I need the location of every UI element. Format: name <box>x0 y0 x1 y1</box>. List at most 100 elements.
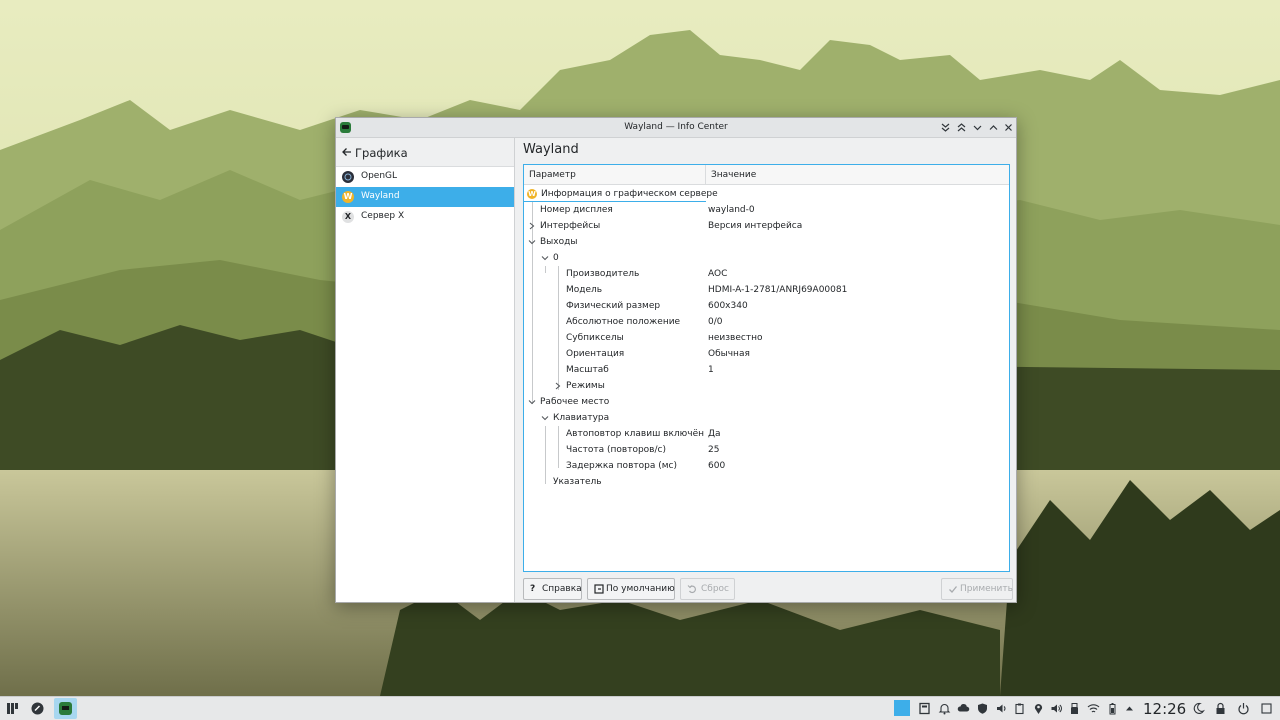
tree-row[interactable]: Номер дисплея wayland-0 <box>524 202 1009 218</box>
tree-row[interactable]: 0 <box>524 250 1009 266</box>
system-settings-icon[interactable] <box>31 702 44 715</box>
tree-row-key: Масштаб <box>566 365 609 375</box>
help-button[interactable]: ? Справка <box>523 578 582 600</box>
chevron-down-icon <box>973 125 982 131</box>
tree-row[interactable]: Ориентация Обычная <box>524 346 1009 362</box>
tree-row-key: Указатель <box>553 477 602 487</box>
notifications-icon[interactable] <box>938 702 951 715</box>
tree-row[interactable]: Модель HDMI-A-1-2781/ANRJ69A00081 <box>524 282 1009 298</box>
tree-row[interactable]: Интерфейсы Версия интерфейса <box>524 218 1009 234</box>
location-icon[interactable] <box>1032 702 1045 715</box>
wayland-icon: W <box>342 191 354 203</box>
volume-icon[interactable] <box>1050 702 1063 715</box>
sidebar-item-label: OpenGL <box>361 171 398 181</box>
tree-row[interactable]: Масштаб 1 <box>524 362 1009 378</box>
sidebar-category-title: Графика <box>355 146 408 160</box>
chevron-down-icon[interactable] <box>540 412 550 424</box>
power-icon[interactable] <box>1237 702 1250 715</box>
tree-row-value: 600 <box>708 461 726 471</box>
defaults-button[interactable]: По умолчанию <box>587 578 675 600</box>
tree-row-value: wayland-0 <box>708 205 755 215</box>
chevron-down-icon[interactable] <box>540 252 550 264</box>
minimize-button[interactable] <box>971 121 984 134</box>
sidebar-item-opengl[interactable]: OpenGL <box>336 167 514 187</box>
tree-row-key: Номер дисплея <box>540 205 613 215</box>
tree-row-value: неизвестно <box>708 333 763 343</box>
column-header-value[interactable]: Значение <box>711 170 756 180</box>
tree-header: Параметр Значение <box>524 165 1009 185</box>
tree-row-key: Ориентация <box>566 349 625 359</box>
tree-row[interactable]: Задержка повтора (мс) 600 <box>524 458 1009 474</box>
app-launcher-icon[interactable] <box>6 702 19 715</box>
tree-row-key: Задержка повтора (мс) <box>566 461 677 471</box>
window-titlebar[interactable]: Wayland — Info Center <box>336 118 1016 138</box>
tree-row[interactable]: Частота (повторов/с) 25 <box>524 442 1009 458</box>
tree-row[interactable]: Физический размер 600x340 <box>524 298 1009 314</box>
apply-button[interactable]: Применить <box>941 578 1013 600</box>
info-center-window: Wayland — Info Center Графика OpenGL W W… <box>335 117 1017 603</box>
tree-row-value: HDMI-A-1-2781/ANRJ69A00081 <box>708 285 848 295</box>
tree-row-value: AOC <box>708 269 728 279</box>
tree-row-key: Абсолютное положение <box>566 317 681 327</box>
tree-row-key: Клавиатура <box>553 413 610 423</box>
battery-icon[interactable] <box>1106 702 1119 715</box>
tray-expand-icon[interactable] <box>1123 702 1136 715</box>
tree-row-value: Да <box>708 429 721 439</box>
notes-icon[interactable] <box>918 702 931 715</box>
sidebar-item-wayland[interactable]: W Wayland <box>336 187 514 207</box>
night-mode-icon[interactable] <box>1192 702 1205 715</box>
taskbar: 12:26 <box>0 696 1280 720</box>
sidebar-back-header[interactable]: Графика <box>336 138 514 167</box>
column-header-parameter[interactable]: Параметр <box>524 165 706 184</box>
tree-row[interactable]: Субпикселы неизвестно <box>524 330 1009 346</box>
close-icon <box>1005 124 1012 131</box>
close-button[interactable] <box>1002 121 1015 134</box>
chevron-right-icon[interactable] <box>527 220 537 232</box>
undo-icon <box>687 583 697 599</box>
task-info-center[interactable] <box>54 698 77 719</box>
cloud-sync-icon[interactable] <box>957 702 970 715</box>
tree-row-key: Субпикселы <box>566 333 624 343</box>
x-server-icon: X <box>342 211 354 223</box>
clock[interactable]: 12:26 <box>1143 700 1186 718</box>
tree-row-value: Обычная <box>708 349 750 359</box>
chevron-up-icon <box>989 125 998 130</box>
tree-row[interactable]: Указатель <box>524 474 1009 490</box>
lock-screen-icon[interactable] <box>1214 702 1227 715</box>
keep-below-button[interactable] <box>939 121 952 134</box>
tree-row[interactable]: W Информация о графическом сервере <box>524 186 1009 202</box>
window-manager-icon[interactable] <box>894 700 910 716</box>
keep-above-button[interactable] <box>955 121 968 134</box>
tree-row-key: Информация о графическом сервере <box>541 189 718 199</box>
sidebar-item-label: Wayland <box>361 191 400 201</box>
tree-row[interactable]: Клавиатура <box>524 410 1009 426</box>
chevron-down-icon[interactable] <box>527 236 537 248</box>
page-title: Wayland <box>523 142 579 157</box>
tree-row[interactable]: Выходы <box>524 234 1009 250</box>
clipboard-icon[interactable] <box>1013 702 1026 715</box>
tree-row-key: 0 <box>553 253 559 263</box>
security-shield-icon[interactable] <box>976 702 989 715</box>
window-title: Wayland — Info Center <box>624 122 728 132</box>
audio-icon[interactable] <box>995 702 1008 715</box>
show-desktop-icon[interactable] <box>1260 702 1273 715</box>
tree-row[interactable]: Режимы <box>524 378 1009 394</box>
tree-row[interactable]: Производитель AOC <box>524 266 1009 282</box>
sidebar-item-x-server[interactable]: X Сервер X <box>336 207 514 227</box>
tree-row[interactable]: Рабочее место <box>524 394 1009 410</box>
chevron-down-icon[interactable] <box>527 396 537 408</box>
usb-device-icon[interactable] <box>1068 702 1081 715</box>
back-arrow-icon[interactable] <box>341 145 352 162</box>
double-chevron-down-icon <box>941 123 950 132</box>
wifi-icon[interactable] <box>1087 702 1100 715</box>
maximize-button[interactable] <box>987 121 1000 134</box>
tree-row-key: Модель <box>566 285 603 295</box>
reset-button[interactable]: Сброс <box>680 578 735 600</box>
sidebar: Графика OpenGL W Wayland X Сервер X <box>336 138 515 602</box>
tree-row-value: 1 <box>708 365 714 375</box>
tree-row-key: Автоповтор клавиш включён <box>566 429 704 439</box>
tree-row[interactable]: Автоповтор клавиш включён Да <box>524 426 1009 442</box>
tree-row[interactable]: Абсолютное положение 0/0 <box>524 314 1009 330</box>
chevron-right-icon[interactable] <box>553 380 563 392</box>
info-tree-view[interactable]: Параметр Значение W Информация о графиче… <box>523 164 1010 572</box>
